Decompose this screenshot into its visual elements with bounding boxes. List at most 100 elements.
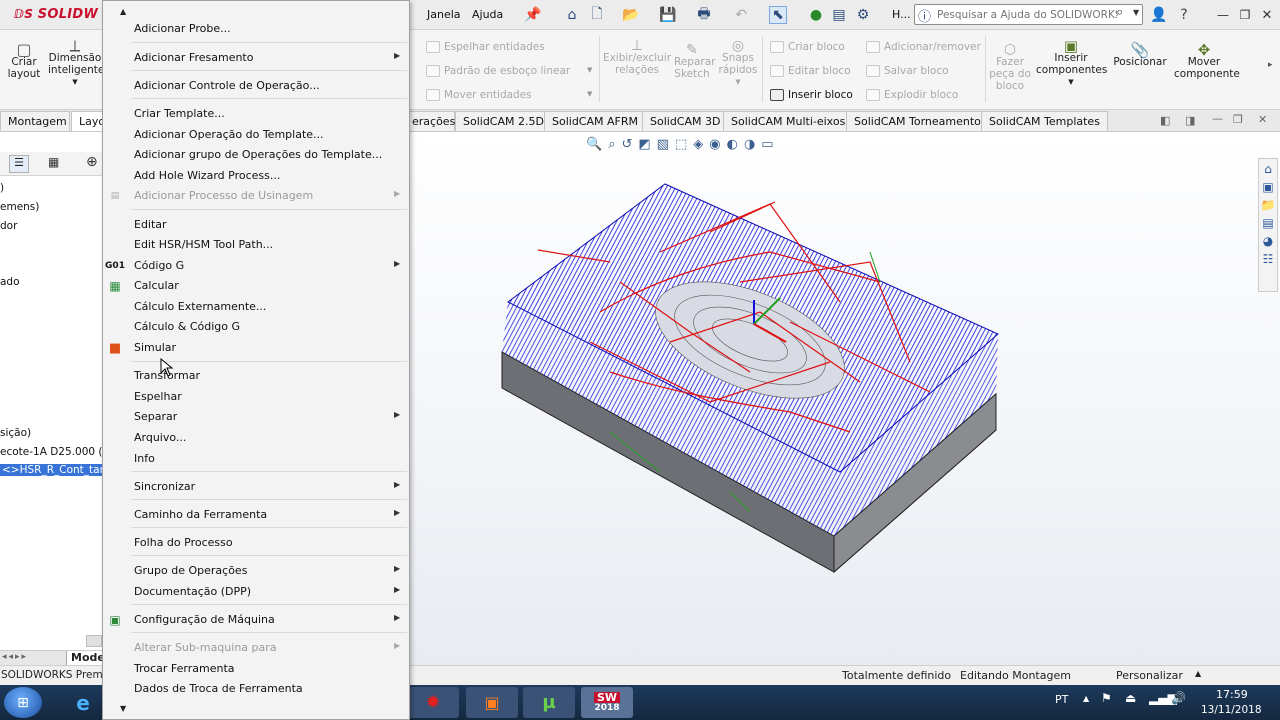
solidworks-logo[interactable]: ⅅS SOLIDW: [14, 7, 98, 22]
help-truncated[interactable]: H...: [892, 8, 911, 21]
menu-item-adicionar-grupo-template[interactable]: Adicionar grupo de Operações do Template…: [103, 145, 409, 165]
fazer-peca-bloco-button[interactable]: ⬡ Fazer peça do bloco: [988, 43, 1032, 92]
toolpath-3d-model[interactable]: [410, 132, 1270, 665]
mover-componente-button[interactable]: ✥ Mover componente: [1174, 43, 1240, 81]
menu-item-trocar-ferramenta[interactable]: Trocar Ferramenta: [103, 659, 409, 679]
config-manager-icon[interactable]: ⊕: [86, 154, 98, 170]
exibir-excluir-relacoes-button[interactable]: ⊥ Exibir/excluir relações: [602, 39, 672, 76]
espelhar-entidades-button[interactable]: Espelhar entidades: [424, 41, 545, 53]
tile-left-icon[interactable]: ◧: [1160, 114, 1170, 127]
doc-minimize-icon[interactable]: —: [1212, 112, 1223, 125]
volume-icon[interactable]: 🔊: [1171, 691, 1186, 705]
powerpoint-taskbar-icon[interactable]: ▣: [466, 687, 518, 718]
graphics-viewport[interactable]: 🔍 ⌕ ↺ ◩ ▧ ⬚ ◈ ◉ ◐ ◑ ▭ ⌂ ▣ 📁 ▤ ◕ ☷: [410, 132, 1280, 665]
save-icon[interactable]: 💾: [659, 6, 677, 24]
menu-scroll-up-icon[interactable]: ▲: [120, 7, 126, 16]
close-window-icon[interactable]: ✕: [1258, 6, 1276, 24]
menu-item-info[interactable]: Info: [103, 449, 409, 469]
property-manager-icon[interactable]: ▦: [48, 155, 59, 169]
chevron-down-icon[interactable]: ▼: [48, 76, 102, 88]
salvar-bloco-button[interactable]: Salvar bloco: [864, 65, 949, 77]
usb-device-icon[interactable]: ⏏: [1125, 691, 1136, 705]
menu-item-adicionar-fresamento[interactable]: Adicionar Fresamento ▶: [103, 48, 409, 68]
user-icon[interactable]: 👤: [1150, 6, 1168, 24]
chevron-down-icon[interactable]: ▼: [1036, 76, 1106, 88]
editar-bloco-button[interactable]: Editar bloco: [768, 65, 851, 77]
inserir-componentes-button[interactable]: ▣ Inserir componentes ▼: [1036, 39, 1107, 88]
criar-layout-button[interactable]: ▢ Criar layout: [5, 42, 43, 81]
solidworks-2018-taskbar-icon[interactable]: SW 2018: [581, 687, 633, 718]
menu-item-documentacao-dpp[interactable]: Documentação (DPP) ▶: [103, 582, 409, 602]
explodir-bloco-button[interactable]: Explodir bloco: [864, 89, 958, 101]
menu-item-criar-template[interactable]: Criar Template...: [103, 104, 409, 124]
menu-item-dados-troca-ferramenta[interactable]: Dados de Troca de Ferramenta: [103, 679, 409, 699]
mover-entidades-button[interactable]: Mover entidades: [424, 89, 532, 101]
menu-item-transformar[interactable]: Transformar: [103, 366, 409, 386]
menu-item-simular[interactable]: ■ Simular: [103, 338, 409, 358]
tree-item-tool[interactable]: ecote-1A D25.000 (Fre: [0, 446, 118, 458]
traffic-light-icon[interactable]: ●: [807, 6, 825, 24]
print-icon[interactable]: 🖶: [695, 6, 713, 24]
menu-ajuda[interactable]: Ajuda: [472, 8, 503, 21]
clock-date[interactable]: 13/11/2018: [1201, 704, 1262, 716]
action-center-flag-icon[interactable]: ⚑: [1101, 691, 1112, 705]
file-properties-icon[interactable]: ▤: [830, 6, 848, 24]
dimensao-inteligente-button[interactable]: ⟂ Dimensão inteligente ▼: [48, 38, 104, 88]
chevron-down-icon[interactable]: ▼: [718, 76, 758, 88]
menu-item-edit-hsr-hsm[interactable]: Edit HSR/HSM Tool Path...: [103, 235, 409, 255]
tab-solidcam-afrm[interactable]: SolidCAM AFRM: [544, 111, 646, 131]
pane-scrollbar-thumb[interactable]: [86, 635, 102, 647]
language-indicator[interactable]: PT: [1055, 693, 1068, 706]
open-folder-icon[interactable]: 📂: [622, 6, 640, 24]
menu-item-espelhar[interactable]: Espelhar: [103, 387, 409, 407]
menu-janela[interactable]: Janela: [427, 8, 461, 21]
adicionar-remover-button[interactable]: Adicionar/remover: [864, 41, 981, 53]
reparar-sketch-button[interactable]: ✎ Reparar Sketch: [674, 43, 715, 80]
menu-item-folha-processo[interactable]: Folha do Processo: [103, 533, 409, 553]
tab-solidcam-25d[interactable]: SolidCAM 2.5D: [455, 111, 552, 131]
menu-item-editar[interactable]: Editar: [103, 215, 409, 235]
help-icon[interactable]: ?: [1175, 6, 1193, 24]
start-button-icon[interactable]: ⊞: [4, 687, 42, 718]
tree-item[interactable]: dor: [0, 220, 17, 232]
tree-item[interactable]: emens): [0, 201, 39, 213]
tile-right-icon[interactable]: ◨: [1185, 114, 1195, 127]
menu-item-sincronizar[interactable]: Sincronizar ▶: [103, 477, 409, 497]
snaps-rapidos-button[interactable]: ◎ Snaps rápidos ▼: [718, 39, 758, 88]
utorrent-taskbar-icon[interactable]: µ: [523, 687, 575, 718]
tree-item[interactable]: ): [0, 182, 4, 194]
status-customize[interactable]: Personalizar: [1116, 669, 1183, 682]
padrao-esboco-button[interactable]: Padrão de esboço linear: [424, 65, 570, 77]
inserir-bloco-button[interactable]: Inserir bloco: [768, 89, 853, 101]
criar-bloco-button[interactable]: Criar bloco: [768, 41, 845, 53]
menu-item-separar[interactable]: Separar ▶: [103, 407, 409, 427]
menu-item-adicionar-operacao-template[interactable]: Adicionar Operação do Template...: [103, 125, 409, 145]
customize-up-icon[interactable]: ▲: [1195, 669, 1201, 678]
search-dropdown-icon[interactable]: ▼: [1133, 8, 1139, 17]
chevron-down-icon[interactable]: ▼: [587, 90, 592, 98]
solidcam-taskbar-icon[interactable]: ✹: [407, 687, 459, 718]
pin-icon[interactable]: 📌: [524, 6, 542, 24]
posicionar-button[interactable]: 📎 Posicionar: [1112, 43, 1168, 69]
tab-solidcam-torneamento[interactable]: SolidCAM Torneamento: [846, 111, 989, 131]
doc-close-icon[interactable]: ✕: [1258, 113, 1267, 126]
menu-item-calcular[interactable]: ▦ Calcular: [103, 276, 409, 296]
chevron-down-icon[interactable]: ▼: [587, 66, 592, 74]
select-arrow-icon[interactable]: ⬉: [769, 6, 787, 24]
minimize-window-icon[interactable]: —: [1214, 6, 1232, 24]
restore-window-icon[interactable]: ❐: [1236, 6, 1254, 24]
menu-item-adicionar-probe[interactable]: Adicionar Probe...: [103, 19, 409, 39]
help-search-box[interactable]: ⓘ ⌕ ▼: [914, 4, 1143, 25]
tree-item[interactable]: sição): [0, 427, 31, 439]
show-hidden-icons-icon[interactable]: ▲: [1083, 694, 1089, 703]
doc-restore-icon[interactable]: ❐: [1233, 113, 1243, 126]
clock-time[interactable]: 17:59: [1216, 688, 1248, 701]
tab-scroll-arrows-icon[interactable]: ◂◂▸▸: [2, 652, 28, 662]
ribbon-scroll-right-icon[interactable]: ▸: [1268, 60, 1273, 70]
home-icon[interactable]: ⌂: [563, 6, 581, 24]
tree-item-selected-operation[interactable]: <>HSR_R_Cont_targ: [0, 464, 113, 476]
menu-item-adicionar-controle-operacao[interactable]: Adicionar Controle de Operação...: [103, 76, 409, 96]
help-search-input[interactable]: [937, 6, 1117, 23]
menu-item-arquivo[interactable]: Arquivo...: [103, 428, 409, 448]
menu-item-configuracao-maquina[interactable]: ▣ Configuração de Máquina ▶: [103, 610, 409, 630]
